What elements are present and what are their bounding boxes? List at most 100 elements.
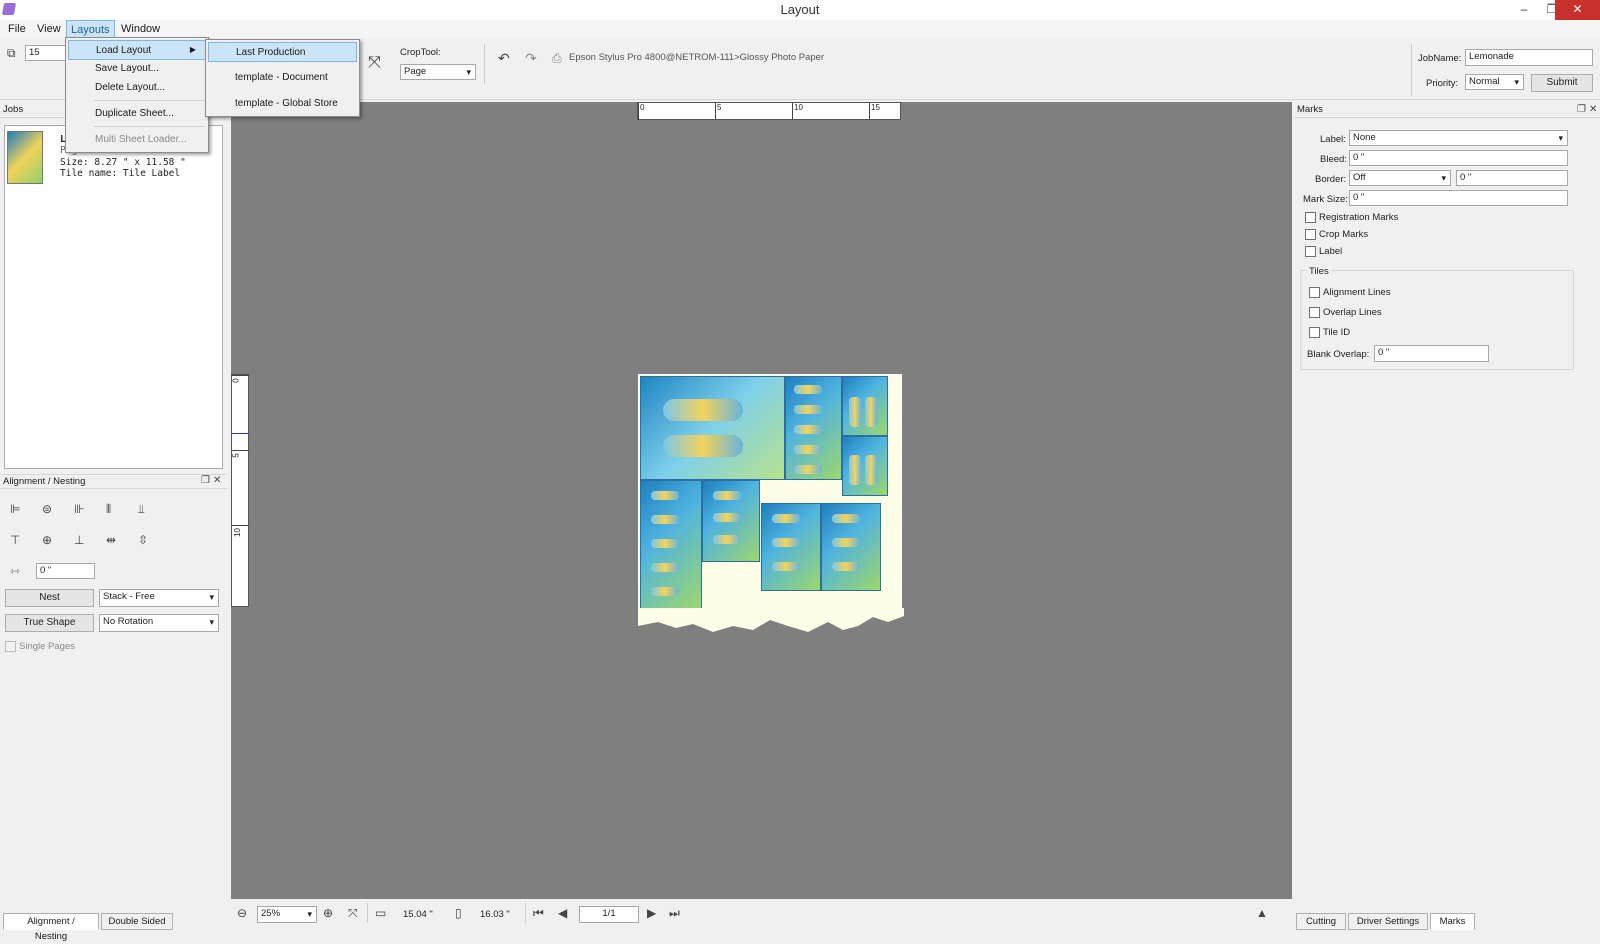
close-window-button[interactable]: ✕ — [1555, 0, 1600, 20]
tile-id-checkbox[interactable] — [1309, 327, 1320, 338]
align-right-icon[interactable]: ⊪ — [74, 502, 84, 516]
tile-column[interactable] — [785, 376, 842, 480]
border-size-input[interactable]: 0 " — [1456, 170, 1568, 186]
nest-button[interactable]: Nest — [5, 589, 94, 607]
float-panel-icon[interactable]: ❐ — [1577, 103, 1586, 117]
job-size: Size: 8.27 " x 11.58 " — [60, 157, 186, 168]
registration-marks-checkbox[interactable] — [1305, 212, 1316, 223]
page-input[interactable]: 1/1 — [579, 906, 639, 923]
tab-cutting[interactable]: Cutting — [1296, 913, 1346, 930]
tile-column[interactable] — [640, 480, 702, 610]
tile-large[interactable] — [640, 376, 785, 480]
tab-marks[interactable]: Marks — [1430, 913, 1475, 930]
label-check-label: Label — [1319, 246, 1343, 257]
zoom-select[interactable]: 25% — [257, 906, 317, 923]
distribute-v-icon[interactable]: ⫫ — [138, 502, 145, 516]
border-label: Border: — [1315, 174, 1347, 185]
tile-column[interactable] — [702, 480, 760, 562]
label-checkbox[interactable] — [1305, 246, 1316, 257]
mark-size-input[interactable]: 0 " — [1349, 190, 1568, 206]
rotation-select[interactable]: No Rotation — [99, 614, 219, 632]
submit-button[interactable]: Submit — [1531, 74, 1593, 92]
minimize-button[interactable]: – — [1510, 0, 1538, 20]
status-divider — [367, 903, 368, 923]
menu-multi-sheet-loader[interactable]: Multi Sheet Loader... — [68, 130, 206, 150]
zoom-in-icon[interactable]: ⊕ — [323, 906, 333, 920]
spacing-input[interactable]: 0 " — [36, 563, 95, 579]
ruler-h-label: 10 — [794, 103, 803, 112]
menu-duplicate-sheet[interactable]: Duplicate Sheet... — [68, 104, 206, 124]
blank-overlap-label: Blank Overlap: — [1307, 349, 1370, 360]
menu-load-layout[interactable]: Load Layout — [68, 40, 206, 60]
close-panel-icon[interactable]: ✕ — [213, 474, 221, 488]
close-panel-icon[interactable]: ✕ — [1589, 103, 1597, 117]
ruler-h-label: 15 — [871, 103, 880, 112]
alignment-lines-checkbox[interactable] — [1309, 287, 1320, 298]
jobname-label: JobName: — [1418, 53, 1462, 64]
align-center-h-icon[interactable]: ⊜ — [42, 502, 52, 516]
toolbar-divider — [1411, 44, 1412, 96]
tile-column[interactable] — [821, 503, 881, 591]
next-page-icon[interactable]: ▶ — [647, 906, 656, 920]
undo-icon[interactable]: ↶ — [498, 51, 510, 65]
overlap-lines-checkbox[interactable] — [1309, 307, 1320, 318]
nest-mode-select[interactable]: Stack - Free — [99, 589, 219, 607]
menu-file[interactable]: File — [4, 20, 30, 38]
copies-icon: ⧉ — [7, 46, 16, 60]
menu-save-layout[interactable]: Save Layout... — [68, 59, 206, 79]
fit-page-icon[interactable]: ⤧ — [368, 55, 381, 71]
alignment-lines-label: Alignment Lines — [1323, 287, 1391, 298]
submenu-last-production[interactable]: Last Production — [208, 42, 357, 62]
vertical-ruler — [231, 374, 249, 607]
menu-window[interactable]: Window — [117, 20, 164, 38]
single-pages-checkbox[interactable] — [5, 641, 16, 652]
menu-layouts[interactable]: Layouts — [66, 20, 115, 38]
job-thumbnail[interactable] — [7, 131, 43, 184]
mark-size-label: Mark Size: — [1303, 194, 1348, 205]
float-panel-icon[interactable]: ❐ — [201, 474, 210, 488]
ruler-v-label: 5 — [231, 453, 241, 458]
tile-small[interactable] — [842, 376, 888, 436]
menu-view[interactable]: View — [33, 20, 65, 38]
window-title: Layout — [0, 0, 1600, 20]
load-layout-submenu: Last Production template - Document temp… — [205, 39, 360, 117]
tile-column[interactable] — [761, 503, 821, 591]
priority-select[interactable]: Normal — [1465, 74, 1524, 90]
tile-small[interactable] — [842, 436, 888, 496]
jobname-input[interactable]: Lemonade — [1465, 49, 1593, 66]
blank-overlap-input[interactable]: 0 " — [1374, 345, 1489, 362]
bleed-input[interactable]: 0 " — [1349, 150, 1568, 166]
submenu-template-document[interactable]: template - Document — [208, 68, 357, 88]
sheet-height: 16.03 " — [480, 909, 510, 920]
crop-marks-label: Crop Marks — [1319, 229, 1369, 240]
space-v-icon[interactable]: ⇳ — [138, 533, 148, 547]
alignment-panel-header: Alignment / Nesting — [0, 474, 227, 489]
printer-status: Epson Stylus Pro 4800@NETROM-111>Glossy … — [569, 52, 825, 63]
croptool-select[interactable]: Page — [400, 64, 476, 80]
prev-page-icon[interactable]: ◀ — [558, 906, 567, 920]
border-select[interactable]: Off — [1349, 170, 1451, 186]
tab-driver-settings[interactable]: Driver Settings — [1348, 913, 1428, 930]
tab-alignment-nesting[interactable]: Alignment / Nesting — [3, 913, 99, 942]
menu-delete-layout[interactable]: Delete Layout... — [68, 78, 206, 98]
true-shape-button[interactable]: True Shape — [5, 614, 94, 632]
status-divider — [525, 903, 526, 923]
zoom-out-icon[interactable]: ⊖ — [237, 906, 247, 920]
layout-page[interactable] — [638, 374, 902, 612]
marks-label-select[interactable]: None — [1349, 130, 1568, 146]
align-bottom-icon[interactable]: ⊥ — [74, 533, 84, 547]
copies-input[interactable]: 15 — [25, 45, 70, 61]
align-top-icon[interactable]: ⊤ — [10, 533, 20, 547]
align-middle-icon[interactable]: ⊕ — [42, 533, 52, 547]
distribute-h-icon[interactable]: ⫴ — [106, 502, 111, 516]
submenu-template-global-store[interactable]: template - Global Store — [208, 94, 357, 114]
first-page-icon[interactable]: ⏮ — [533, 906, 544, 920]
fit-view-icon[interactable]: ⤧ — [348, 906, 358, 920]
space-h-icon[interactable]: ⇹ — [106, 533, 116, 547]
align-left-icon[interactable]: ⊫ — [10, 502, 20, 516]
last-page-icon[interactable]: ⏭ — [669, 906, 680, 920]
crop-marks-checkbox[interactable] — [1305, 229, 1316, 240]
redo-icon[interactable]: ↷ — [525, 51, 537, 65]
tab-double-sided[interactable]: Double Sided — [101, 913, 173, 930]
expand-panel-icon[interactable]: ▲ — [1256, 906, 1268, 920]
